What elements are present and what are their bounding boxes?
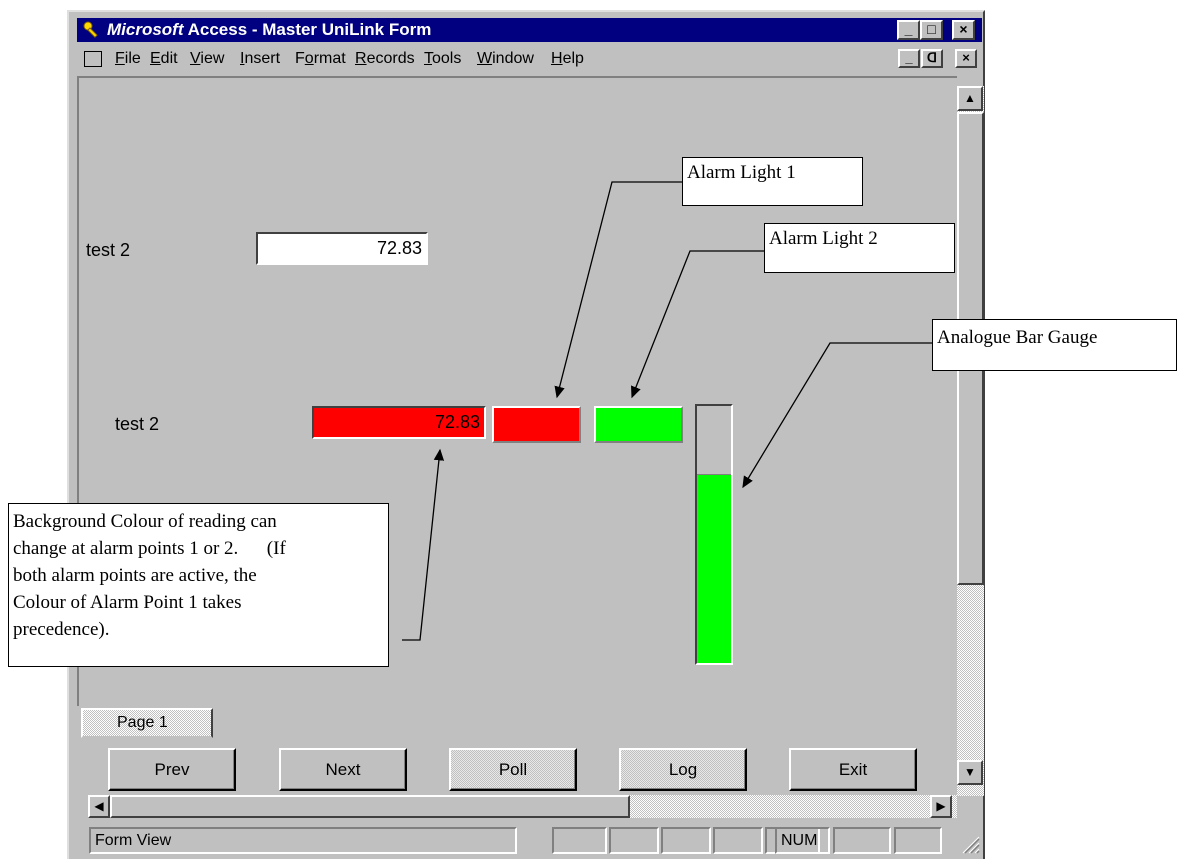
- leader-alarm-light-2: [631, 250, 764, 399]
- leader-alarm-light-1: [554, 181, 682, 399]
- leader-background-colour: [402, 448, 445, 641]
- callout-leader-lines: [402, 181, 932, 641]
- leader-bar-gauge: [742, 342, 932, 489]
